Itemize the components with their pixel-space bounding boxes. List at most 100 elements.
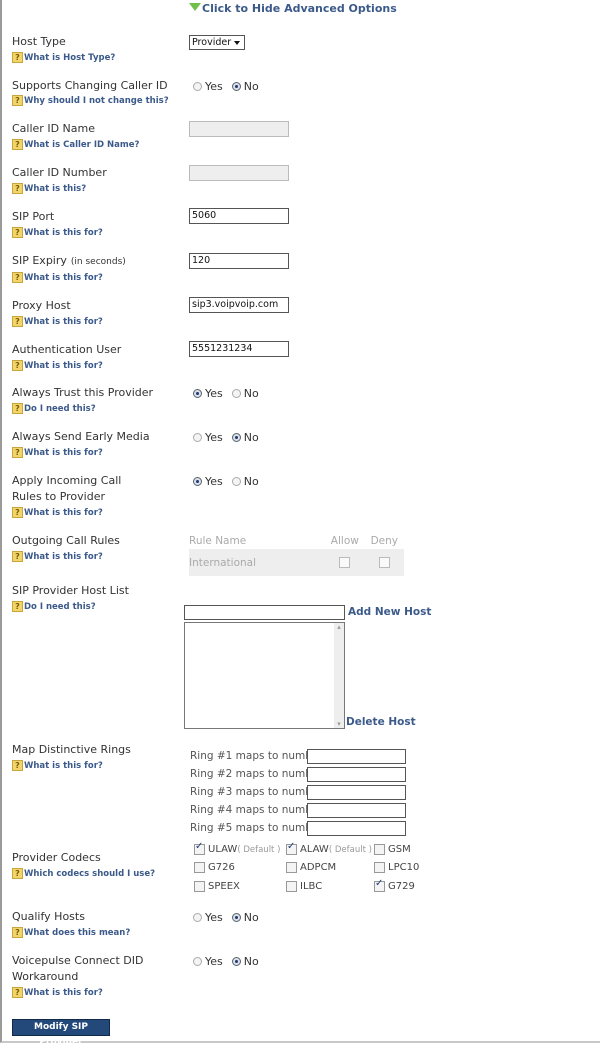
caller-id-number-help-link[interactable]: ? What is this? (12, 183, 86, 194)
voicepulse-line2-label: Workaround (12, 970, 79, 983)
qualify-hosts-radio-group: Yes No (193, 911, 268, 924)
ring-number-input[interactable] (307, 767, 406, 782)
ring-number-input[interactable] (307, 821, 406, 836)
voicepulse-help-link[interactable]: ? What is this for? (12, 987, 103, 998)
qualify-hosts-help-link[interactable]: ? What does this mean? (12, 927, 130, 938)
scroll-down-icon[interactable]: ▾ (334, 720, 344, 728)
changing-caller-id-option-yes[interactable]: Yes (193, 80, 223, 93)
ring-label: Ring #5 maps to number (190, 822, 323, 834)
checkbox-unchecked-icon[interactable] (194, 881, 205, 892)
proxy-host-input[interactable]: sip3.voipvoip.com (189, 297, 289, 313)
always-trust-option-no[interactable]: No (231, 387, 259, 400)
outgoing-rules-label: Outgoing Call Rules (12, 534, 120, 547)
sip-port-help-link[interactable]: ? What is this for? (12, 227, 103, 238)
qualify-hosts-option-yes[interactable]: Yes (193, 911, 223, 924)
incoming-rules-help-link[interactable]: ? What is this for? (12, 507, 103, 518)
radio-selected-icon[interactable] (193, 389, 202, 398)
checkbox-checked-icon[interactable] (194, 841, 205, 855)
auth-user-help-link[interactable]: ? What is this for? (12, 360, 103, 371)
always-trust-option-yes[interactable]: Yes (193, 387, 223, 400)
modify-sip-provider-button[interactable]: Modify SIP Provider (12, 1019, 110, 1047)
codec-ilbc[interactable]: ILBC (286, 881, 322, 892)
radio-unselected-icon[interactable] (193, 433, 202, 442)
incoming-rules-line2-label: Rules to Provider (12, 490, 106, 503)
radio-unselected-icon[interactable] (193, 82, 202, 91)
codec-g726[interactable]: G726 (194, 862, 235, 873)
ring-number-input[interactable] (307, 749, 406, 764)
early-media-help-link[interactable]: ? What is this for? (12, 447, 103, 458)
rules-column-header: Deny (370, 535, 398, 547)
codec-g729[interactable]: G729 (374, 878, 415, 892)
proxy-host-help-link[interactable]: ? What is this for? (12, 316, 103, 327)
codec-ulaw[interactable]: ULAW( Default ) (194, 841, 280, 855)
radio-unselected-icon[interactable] (193, 913, 202, 922)
rule-deny-checkbox[interactable] (378, 557, 390, 568)
auth-user-input[interactable]: 5551231234 (189, 341, 289, 357)
checkbox-unchecked-icon[interactable] (374, 862, 385, 873)
help-icon: ? (12, 868, 23, 879)
checkbox-unchecked-icon[interactable] (194, 862, 205, 873)
host-type-select[interactable]: Provider (189, 35, 245, 50)
incoming-rules-option-yes[interactable]: Yes (193, 475, 223, 488)
outgoing-rules-help-link[interactable]: ? What is this for? (12, 551, 103, 562)
help-icon: ? (12, 272, 23, 283)
changing-caller-id-help-link[interactable]: ? Why should I not change this? (12, 95, 169, 106)
codec-lpc10[interactable]: LPC10 (374, 862, 419, 873)
codecs-label: Provider Codecs (12, 851, 101, 864)
help-icon: ? (12, 95, 23, 106)
ring-number-input[interactable] (307, 803, 406, 818)
sip-expiry-help-link[interactable]: ? What is this for? (12, 272, 103, 283)
delete-host-link[interactable]: Delete Host (346, 716, 416, 728)
host-type-help-link[interactable]: ? What is Host Type? (12, 52, 115, 63)
codecs-help-link[interactable]: ? Which codecs should I use? (12, 868, 155, 879)
ring-number-input[interactable] (307, 785, 406, 800)
scroll-up-icon[interactable]: ▴ (334, 623, 344, 631)
early-media-option-yes[interactable]: Yes (193, 431, 223, 444)
add-new-host-link[interactable]: Add New Host (348, 606, 431, 618)
codec-alaw[interactable]: ALAW( Default ) (286, 841, 372, 855)
qualify-hosts-option-no[interactable]: No (231, 911, 259, 924)
proxy-host-label: Proxy Host (12, 299, 71, 312)
voicepulse-option-no[interactable]: No (231, 955, 259, 968)
radio-selected-icon[interactable] (231, 957, 241, 966)
voicepulse-option-yes[interactable]: Yes (193, 955, 223, 968)
rules-header: Rule Name Allow Deny (189, 533, 404, 549)
radio-selected-icon[interactable] (231, 82, 241, 91)
auth-user-label: Authentication User (12, 343, 122, 356)
radio-unselected-icon[interactable] (193, 957, 202, 966)
new-host-input[interactable] (184, 605, 345, 620)
sip-port-input[interactable]: 5060 (189, 208, 289, 224)
early-media-option-no[interactable]: No (231, 431, 259, 444)
help-icon: ? (12, 316, 23, 327)
radio-selected-icon[interactable] (231, 433, 241, 442)
codec-adpcm[interactable]: ADPCM (286, 862, 336, 873)
host-list-help-link[interactable]: ? Do I need this? (12, 601, 96, 612)
sip-expiry-input[interactable]: 120 (189, 253, 289, 269)
rule-allow-checkbox[interactable] (339, 557, 351, 568)
changing-caller-id-option-no[interactable]: No (231, 80, 259, 93)
checkbox-checked-icon[interactable] (374, 878, 385, 892)
checkbox-unchecked-icon[interactable] (286, 881, 297, 892)
checkbox-checked-icon[interactable] (286, 841, 297, 855)
radio-unselected-icon[interactable] (231, 477, 241, 486)
incoming-rules-option-no[interactable]: No (231, 475, 259, 488)
caller-id-name-input[interactable] (189, 121, 289, 137)
codec-speex[interactable]: SPEEX (194, 881, 240, 892)
always-trust-help-link[interactable]: ? Do I need this? (12, 403, 96, 414)
radio-unselected-icon[interactable] (231, 389, 241, 398)
checkbox-unchecked-icon[interactable] (374, 844, 385, 855)
listbox-scrollbar[interactable]: ▴ ▾ (334, 623, 344, 728)
rules-column-header: Rule Name (189, 535, 247, 547)
radio-selected-icon[interactable] (193, 477, 202, 486)
codec-gsm[interactable]: GSM (374, 844, 411, 855)
host-listbox[interactable]: ▴ ▾ (184, 622, 345, 729)
toggle-advanced-options[interactable]: Click to Hide Advanced Options (189, 2, 397, 15)
help-icon: ? (12, 987, 23, 998)
checkbox-unchecked-icon[interactable] (286, 862, 297, 873)
distinctive-rings-help-link[interactable]: ? What is this for? (12, 760, 103, 771)
radio-selected-icon[interactable] (231, 913, 241, 922)
help-icon: ? (12, 403, 23, 414)
caller-id-name-help-link[interactable]: ? What is Caller ID Name? (12, 139, 139, 150)
ring-label: Ring #1 maps to number (190, 750, 323, 762)
caller-id-number-input[interactable] (189, 165, 289, 181)
